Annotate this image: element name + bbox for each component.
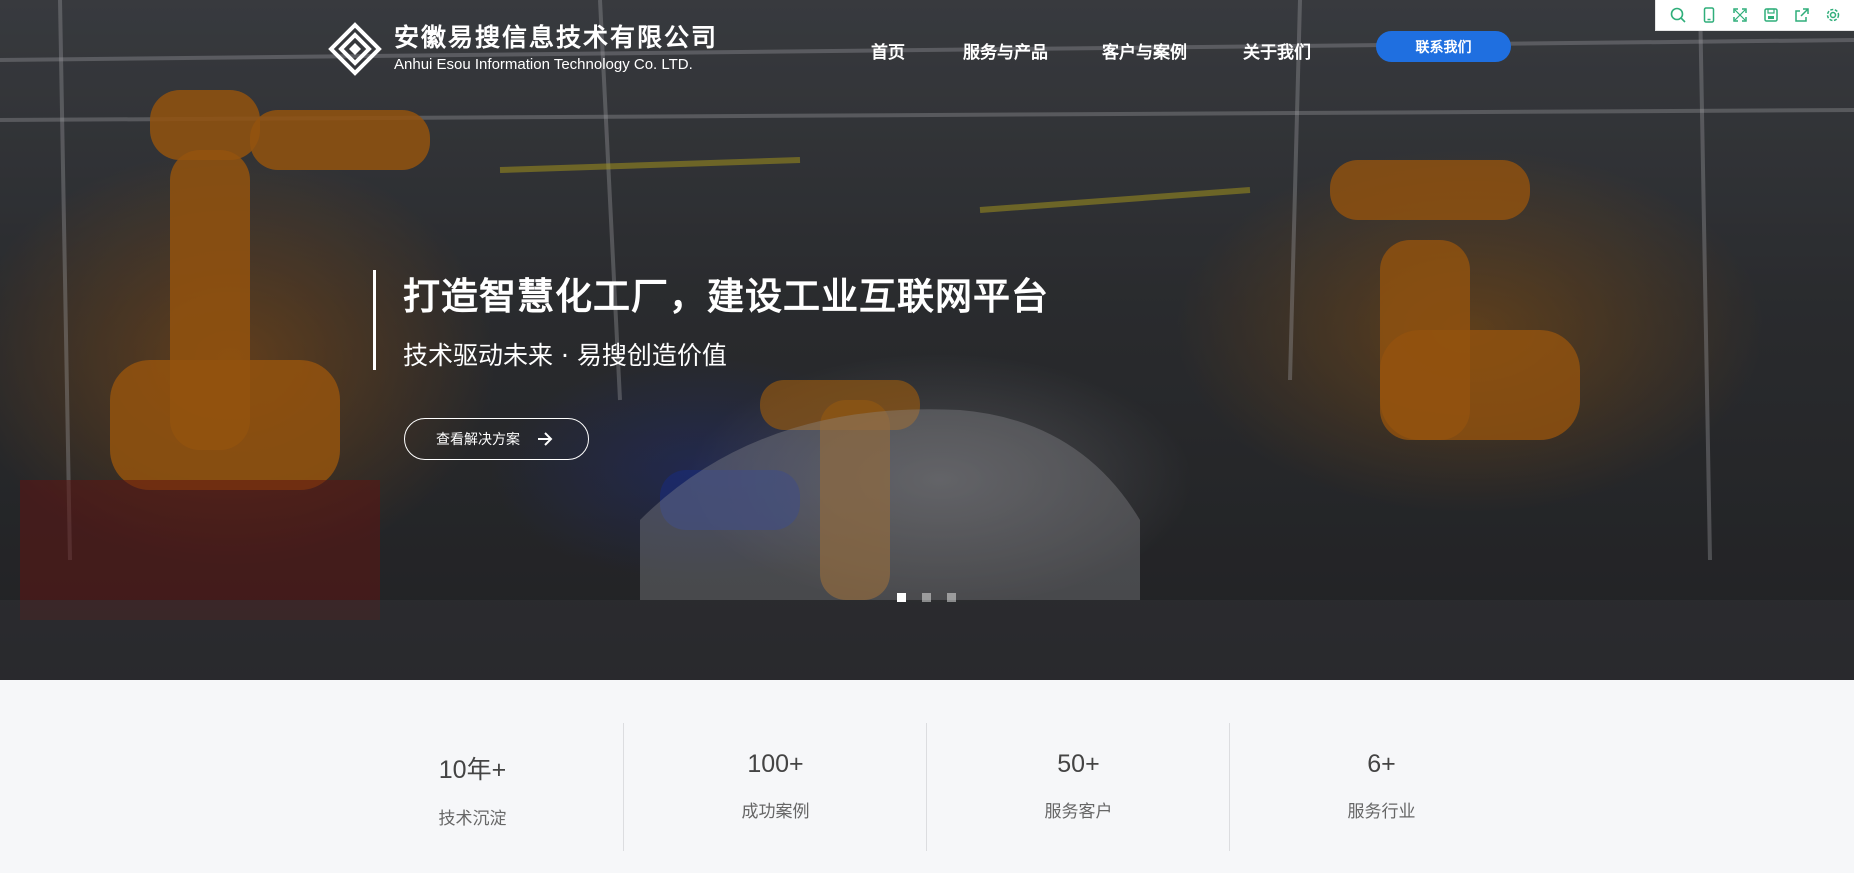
brand-text: 安徽易搜信息技术有限公司 Anhui Esou Information Tech…: [394, 23, 718, 75]
stat-value: 50+: [1057, 750, 1100, 778]
stat-value: 6+: [1367, 750, 1396, 778]
nav-item-home[interactable]: 首页: [871, 38, 905, 63]
brand-name-en: Anhui Esou Information Technology Co. LT…: [394, 56, 693, 73]
search-icon[interactable]: [1668, 5, 1688, 25]
stat-label: 技术沉淀: [438, 809, 507, 829]
stat-value: 10年+: [438, 756, 507, 784]
carousel-dot-2[interactable]: [922, 593, 931, 602]
stat-label: 成功案例: [741, 802, 810, 822]
nav-item-clients-cases[interactable]: 客户与案例: [1102, 38, 1187, 63]
nav-item-services-products[interactable]: 服务与产品: [963, 38, 1048, 63]
settings-icon[interactable]: [1823, 5, 1843, 25]
stat-item: 6+ 服务行业: [1230, 723, 1533, 851]
brand-logo[interactable]: 安徽易搜信息技术有限公司 Anhui Esou Information Tech…: [328, 22, 718, 76]
fullscreen-icon[interactable]: [1730, 5, 1750, 25]
contact-us-button[interactable]: 联系我们: [1376, 31, 1511, 62]
stat-item: 10年+ 技术沉淀: [321, 723, 624, 851]
stat-label: 服务行业: [1347, 802, 1416, 822]
hero-title: 打造智慧化工厂，建设工业互联网平台: [403, 275, 1049, 318]
view-solutions-label: 查看解决方案: [436, 432, 520, 448]
stat-value: 100+: [747, 750, 804, 778]
diamond-logo-icon: [328, 22, 382, 76]
carousel-dot-1[interactable]: [897, 593, 906, 602]
carousel-indicators: [897, 593, 972, 602]
stat-label: 服务客户: [1044, 802, 1113, 822]
hero-subtitle: 技术驱动未来 · 易搜创造价值: [403, 341, 727, 370]
share-icon[interactable]: [1792, 5, 1812, 25]
view-solutions-button[interactable]: 查看解决方案: [404, 418, 589, 460]
nav-item-about-us[interactable]: 关于我们: [1243, 38, 1311, 63]
brand-name-cn: 安徽易搜信息技术有限公司: [394, 23, 719, 52]
carousel-dot-3[interactable]: [947, 593, 956, 602]
stats-section: 10年+ 技术沉淀 100+ 成功案例 50+ 服务客户 6+ 服务行业: [0, 680, 1854, 873]
mobile-icon[interactable]: [1699, 5, 1719, 25]
save-icon[interactable]: [1761, 5, 1781, 25]
floating-toolbar: [1655, 0, 1854, 31]
stat-item: 100+ 成功案例: [624, 723, 927, 851]
arrow-right-icon: [538, 432, 553, 446]
hero-overlay: [0, 0, 1854, 680]
stat-item: 50+ 服务客户: [927, 723, 1230, 851]
hero-banner: [0, 0, 1854, 680]
hero-accent-bar: [373, 270, 376, 370]
